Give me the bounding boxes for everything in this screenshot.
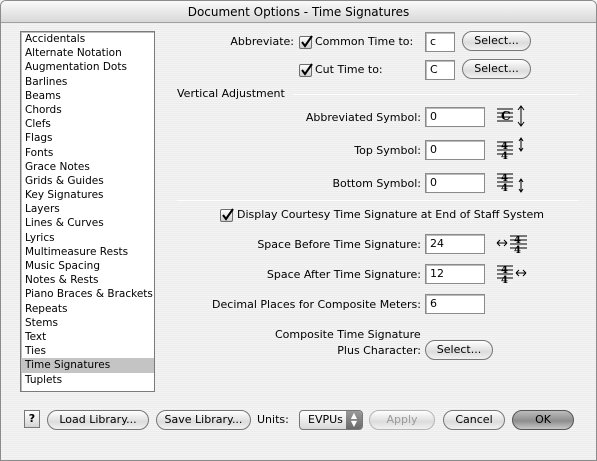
sidebar-item[interactable]: Stems: [21, 316, 154, 330]
svg-text:C: C: [501, 109, 511, 123]
svg-text:4: 4: [501, 151, 508, 162]
composite-plus-select-button[interactable]: Select...: [425, 340, 493, 360]
space-before-icon: 4 4: [496, 235, 527, 256]
cut-time-field[interactable]: C: [425, 60, 455, 80]
composite-plus-label-line1: Composite Time Signature: [275, 328, 421, 341]
space-after-icon: 4 4: [497, 265, 527, 286]
sidebar-item[interactable]: Alternate Notation: [21, 46, 154, 60]
top-symbol-vertical-icon: 4 4: [497, 137, 524, 162]
sidebar-item[interactable]: Lyrics: [21, 231, 154, 245]
space-before-field[interactable]: 24: [425, 234, 485, 254]
sidebar-item[interactable]: Chords: [21, 103, 154, 117]
checkmark-icon: [301, 35, 313, 48]
sidebar-item[interactable]: Piano Braces & Brackets: [21, 287, 154, 301]
sidebar-item[interactable]: Layers: [21, 202, 154, 216]
sidebar-item[interactable]: Time Signatures: [21, 358, 154, 373]
checkmark-icon: [301, 63, 313, 76]
decimal-places-field[interactable]: 6: [425, 294, 485, 314]
space-after-field[interactable]: 12: [425, 264, 485, 284]
common-time-select-button[interactable]: Select...: [462, 31, 531, 51]
cut-time-select-button[interactable]: Select...: [462, 59, 531, 79]
sidebar-item[interactable]: Fonts: [21, 146, 154, 160]
sidebar-item[interactable]: Accidentals: [21, 32, 154, 46]
sidebar-item[interactable]: Augmentation Dots: [21, 60, 154, 74]
window-title: Document Options - Time Signatures: [1, 1, 596, 23]
composite-plus-label-line2: Plus Character:: [337, 344, 421, 357]
svg-text:4: 4: [501, 183, 508, 194]
common-time-checkbox[interactable]: [299, 35, 313, 49]
document-options-window: Document Options - Time Signatures Accid…: [0, 0, 597, 461]
courtesy-checkbox[interactable]: [220, 208, 234, 222]
sidebar-item[interactable]: Notes & Rests: [21, 273, 154, 287]
cut-time-label: Cut Time to:: [315, 63, 383, 76]
top-symbol-label: Top Symbol:: [354, 144, 421, 157]
sidebar-item[interactable]: Key Signatures: [21, 188, 154, 202]
save-library-button[interactable]: Save Library...: [156, 410, 251, 430]
apply-button[interactable]: Apply: [369, 410, 435, 430]
section-divider: [177, 200, 578, 201]
bottom-symbol-vertical-icon: 4 4: [497, 173, 524, 194]
vertical-adjustment-divider: [293, 94, 578, 95]
checkmark-icon: [222, 208, 234, 221]
decimal-places-label: Decimal Places for Composite Meters:: [212, 298, 421, 311]
vertical-adjustment-title: Vertical Adjustment: [177, 87, 285, 100]
sidebar-item[interactable]: Beams: [21, 89, 154, 103]
common-time-label: Common Time to:: [315, 35, 414, 48]
load-library-button[interactable]: Load Library...: [47, 410, 149, 430]
sidebar-item[interactable]: Tuplets: [21, 373, 154, 387]
sidebar-item[interactable]: Lines & Curves: [21, 216, 154, 230]
sidebar-item[interactable]: Music Spacing: [21, 259, 154, 273]
svg-text:4: 4: [514, 245, 521, 256]
svg-text:4: 4: [501, 275, 508, 286]
cancel-button[interactable]: Cancel: [443, 410, 505, 430]
cut-time-checkbox[interactable]: [299, 63, 313, 77]
space-after-label: Space After Time Signature:: [266, 268, 421, 281]
abbreviate-label: Abbreviate:: [230, 35, 294, 48]
sidebar-item[interactable]: Multimeasure Rests: [21, 245, 154, 259]
sidebar-item[interactable]: Grace Notes: [21, 160, 154, 174]
category-list[interactable]: Accidentals Alternate Notation Augmentatio…: [20, 31, 155, 392]
units-label: Units:: [257, 413, 289, 426]
sidebar-item[interactable]: Barlines: [21, 75, 154, 89]
sidebar-item[interactable]: Text: [21, 330, 154, 344]
units-value: EVPUs: [308, 413, 343, 426]
sidebar-item[interactable]: Clefs: [21, 117, 154, 131]
space-before-label: Space Before Time Signature:: [257, 238, 421, 251]
bottom-symbol-field[interactable]: 0: [425, 173, 485, 193]
top-symbol-field[interactable]: 0: [425, 140, 485, 160]
sidebar-item[interactable]: Flags: [21, 131, 154, 145]
units-popup[interactable]: EVPUs ▲ ▼: [299, 410, 363, 430]
common-time-field[interactable]: c: [425, 32, 455, 52]
popup-arrows-icon: ▲ ▼: [346, 411, 362, 429]
ok-button[interactable]: OK: [512, 410, 574, 430]
bottom-symbol-label: Bottom Symbol:: [332, 177, 421, 190]
sidebar-item[interactable]: Ties: [21, 344, 154, 358]
abbreviated-symbol-label: Abbreviated Symbol:: [305, 111, 421, 124]
help-button[interactable]: ?: [24, 410, 40, 428]
abbreviated-symbol-field[interactable]: 0: [425, 107, 485, 127]
abbreviated-symbol-vertical-icon: C: [497, 105, 525, 127]
sidebar-item[interactable]: Grids & Guides: [21, 174, 154, 188]
sidebar-item[interactable]: Repeats: [21, 302, 154, 316]
courtesy-label: Display Courtesy Time Signature at End o…: [237, 208, 544, 221]
